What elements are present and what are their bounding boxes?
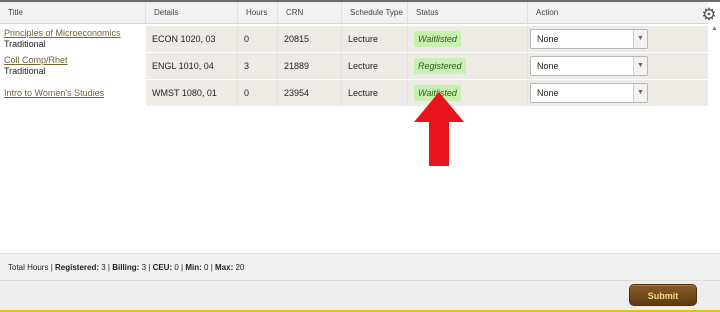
table-row: Intro to Women's Studies WMST 1080, 01 0… xyxy=(0,80,708,106)
column-header-status[interactable]: Status xyxy=(408,2,528,24)
table-header: Title Details Hours CRN Schedule Type St… xyxy=(0,2,708,24)
max-label: Max: xyxy=(215,263,234,272)
total-hours-label: Total Hours xyxy=(8,263,49,272)
billing-value: 3 xyxy=(141,263,147,272)
chevron-down-icon[interactable]: ▼ xyxy=(633,57,647,75)
status-cell: Registered xyxy=(408,53,528,79)
column-header-title[interactable]: Title xyxy=(0,2,146,24)
details-cell: ENGL 1010, 04 xyxy=(146,53,238,79)
course-title-link[interactable]: Principles of Microeconomics xyxy=(4,28,146,39)
status-badge: Waitlisted xyxy=(414,31,461,47)
min-value: 0 xyxy=(204,263,209,272)
action-select-value: None xyxy=(537,61,559,71)
course-type: Traditional xyxy=(4,66,46,76)
billing-label: Billing: xyxy=(112,263,140,272)
registered-value: 3 xyxy=(101,263,106,272)
table-row: Principles of Microeconomics Traditional… xyxy=(0,26,708,52)
column-header-schedule-type[interactable]: Schedule Type xyxy=(342,2,408,24)
totals-bar: Total Hours | Registered: 3 | Billing: 3… xyxy=(0,253,720,281)
total-hours-summary: Total Hours | Registered: 3 | Billing: 3… xyxy=(8,263,245,272)
ceu-label: CEU: xyxy=(152,263,173,272)
title-cell: Intro to Women's Studies xyxy=(0,80,146,106)
crn-cell: 23954 xyxy=(278,80,342,106)
column-header-hours[interactable]: Hours xyxy=(238,2,278,24)
red-up-arrow-icon xyxy=(414,92,464,166)
column-header-crn[interactable]: CRN xyxy=(278,2,342,24)
course-type: Traditional xyxy=(4,39,46,49)
submit-button[interactable]: Submit xyxy=(629,284,697,306)
details-cell: WMST 1080, 01 xyxy=(146,80,238,106)
action-select[interactable]: None ▼ xyxy=(530,56,648,76)
chevron-down-icon[interactable]: ▼ xyxy=(633,30,647,48)
action-select[interactable]: None ▼ xyxy=(530,29,648,49)
crn-cell: 21889 xyxy=(278,53,342,79)
course-title-link[interactable]: Coll Comp/Rhet xyxy=(4,55,146,66)
status-badge: Registered xyxy=(414,58,466,74)
action-select[interactable]: None ▼ xyxy=(530,83,648,103)
gear-icon[interactable]: ⚙ xyxy=(700,6,718,24)
status-cell: Waitlisted xyxy=(408,26,528,52)
course-title-link[interactable]: Intro to Women's Studies xyxy=(4,88,146,99)
ceu-value: 0 xyxy=(174,263,179,272)
min-label: Min: xyxy=(185,263,202,272)
max-value: 20 xyxy=(235,263,245,272)
action-bar: Submit xyxy=(0,281,720,312)
action-select-value: None xyxy=(537,34,559,44)
title-cell: Principles of Microeconomics Traditional xyxy=(0,26,146,52)
scroll-up-icon[interactable]: ▲ xyxy=(709,24,720,34)
chevron-down-icon[interactable]: ▼ xyxy=(633,84,647,102)
column-header-details[interactable]: Details xyxy=(146,2,238,24)
hours-cell: 0 xyxy=(238,80,278,106)
crn-cell: 20815 xyxy=(278,26,342,52)
schedule-type-cell: Lecture xyxy=(342,26,408,52)
table-row: Coll Comp/Rhet Traditional ENGL 1010, 04… xyxy=(0,53,708,79)
schedule-type-cell: Lecture xyxy=(342,80,408,106)
action-select-value: None xyxy=(537,88,559,98)
title-cell: Coll Comp/Rhet Traditional xyxy=(0,53,146,79)
hours-cell: 0 xyxy=(238,26,278,52)
hours-cell: 3 xyxy=(238,53,278,79)
column-header-action[interactable]: Action xyxy=(528,2,708,24)
details-cell: ECON 1020, 03 xyxy=(146,26,238,52)
registered-label: Registered: xyxy=(55,263,100,272)
schedule-type-cell: Lecture xyxy=(342,53,408,79)
